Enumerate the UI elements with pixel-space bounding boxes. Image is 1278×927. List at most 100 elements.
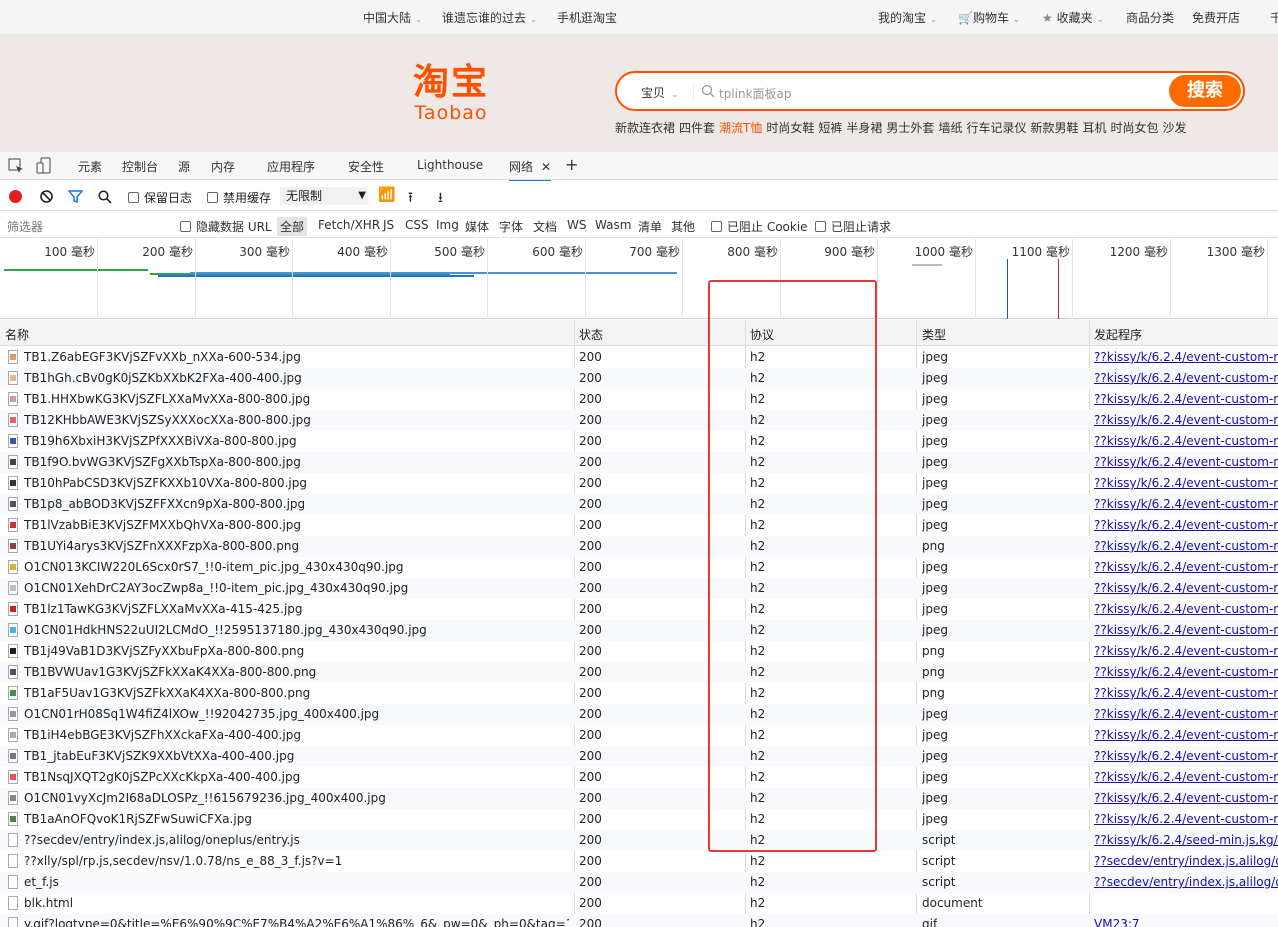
hot-word-link[interactable]: 时尚女鞋 bbox=[766, 121, 814, 135]
disable-cache-checkbox[interactable]: 禁用缓存 bbox=[207, 189, 271, 206]
table-row[interactable]: TB1aAnOFQvoK1RjSZFwSuwiCFXa.jpg 200 h2 jpeg… bbox=[0, 809, 1278, 830]
table-row[interactable]: TB1iH4ebBGE3KVjSZFhXXckaFXa-400-400.jpg 2… bbox=[0, 725, 1278, 746]
tab-lighthouse[interactable]: Lighthouse bbox=[417, 158, 483, 172]
filter-icon[interactable] bbox=[68, 190, 83, 203]
request-initiator-link[interactable]: ??kissy/k/6.2.4/event-custom-min.js bbox=[1094, 413, 1278, 427]
throttling-select[interactable]: 无限制 ▼ bbox=[280, 187, 368, 205]
search-button[interactable]: 搜索 bbox=[1169, 75, 1241, 107]
hot-word-link[interactable]: 耳机 bbox=[1082, 121, 1106, 135]
import-har-icon[interactable]: ⭱ bbox=[408, 187, 413, 211]
hide-data-urls-checkbox[interactable]: 隐藏数据 URL bbox=[180, 218, 272, 235]
request-initiator-link[interactable]: ??kissy/k/6.2.4/event-custom-min.js bbox=[1094, 434, 1278, 448]
table-row[interactable]: y.gif?logtype=0&title=%E6%90%9C%E7%B4%A2… bbox=[0, 914, 1278, 927]
table-row[interactable]: TB1f9O.bvWG3KVjSZFgXXbTspXa-800-800.jpg 2… bbox=[0, 452, 1278, 473]
hot-word-link[interactable]: 墙纸 bbox=[938, 121, 962, 135]
hot-word-link[interactable]: 新款连衣裙 bbox=[615, 121, 675, 135]
request-initiator-link[interactable]: ??kissy/k/6.2.4/event-custom-min.js bbox=[1094, 644, 1278, 658]
table-row[interactable]: TB1.HHXbwKG3KVjSZFLXXaMvXXa-800-800.jpg 2… bbox=[0, 389, 1278, 410]
request-initiator-link[interactable]: ??kissy/k/6.2.4/event-custom-min.js bbox=[1094, 560, 1278, 574]
request-initiator-link[interactable]: ??kissy/k/6.2.4/event-custom-min.js bbox=[1094, 770, 1278, 784]
column-header-initiator[interactable]: 发起程序 bbox=[1094, 326, 1142, 343]
request-initiator-link[interactable]: ??kissy/k/6.2.4/event-custom-min.js bbox=[1094, 476, 1278, 490]
table-row[interactable]: blk.html 200 h2 document bbox=[0, 893, 1278, 914]
request-initiator-link[interactable]: ??kissy/k/6.2.4/event-custom-min.js bbox=[1094, 623, 1278, 637]
blocked-requests-checkbox[interactable]: 已阻止请求 bbox=[815, 218, 891, 235]
request-initiator-link[interactable]: ??kissy/k/6.2.4/event-custom-min.js bbox=[1094, 602, 1278, 616]
add-tab-icon[interactable]: + bbox=[565, 155, 578, 174]
filter-type-ws[interactable]: WS bbox=[567, 218, 586, 232]
tab-console[interactable]: 控制台 bbox=[122, 158, 158, 175]
my-taobao-link[interactable]: 我的淘宝 ⌄ bbox=[878, 9, 937, 26]
table-row[interactable]: O1CN01XehDrC2AY3ocZwp8a_!!0-item_pic.jpg… bbox=[0, 578, 1278, 599]
mobile-taobao-link[interactable]: 手机逛淘宝 bbox=[557, 9, 617, 26]
taobao-logo[interactable]: 淘宝 Taobao bbox=[405, 64, 497, 125]
filter-type-media[interactable]: 媒体 bbox=[465, 218, 489, 235]
clear-icon[interactable] bbox=[40, 190, 53, 203]
hot-word-link[interactable]: 时尚女包 bbox=[1111, 121, 1159, 135]
close-icon[interactable]: ✕ bbox=[541, 160, 551, 174]
inspect-element-icon[interactable] bbox=[8, 158, 24, 174]
tab-security[interactable]: 安全性 bbox=[348, 158, 384, 175]
network-overview-timeline[interactable]: 100 毫秒 200 毫秒 300 毫秒 400 毫秒 500 毫秒 600 毫秒 700 … bbox=[0, 239, 1278, 319]
request-initiator-link[interactable]: ??kissy/k/6.2.4/event-custom-min.js bbox=[1094, 350, 1278, 364]
hot-word-link[interactable]: 短裤 bbox=[818, 121, 842, 135]
more-link[interactable]: 千 bbox=[1270, 9, 1278, 26]
filter-type-img[interactable]: Img bbox=[436, 218, 459, 232]
table-row[interactable]: O1CN01vyXcJm2I68aDLOSPz_!!615679236.jpg_… bbox=[0, 788, 1278, 809]
column-header-protocol[interactable]: 协议 bbox=[750, 326, 774, 343]
filter-type-other[interactable]: 其他 bbox=[671, 218, 695, 235]
request-initiator-link[interactable]: ??kissy/k/6.2.4/event-custom-min.js bbox=[1094, 518, 1278, 532]
hot-word-link[interactable]: 四件套 bbox=[679, 121, 715, 135]
request-initiator-link[interactable]: ??kissy/k/6.2.4/event-custom-min.js bbox=[1094, 812, 1278, 826]
tab-application[interactable]: 应用程序 bbox=[267, 158, 315, 175]
category-link[interactable]: 商品分类 bbox=[1126, 9, 1174, 26]
table-row[interactable]: ??secdev/entry/index.js,alilog/oneplus/e… bbox=[0, 830, 1278, 851]
hot-word-link[interactable]: 沙发 bbox=[1163, 121, 1187, 135]
column-header-name[interactable]: 名称 bbox=[5, 326, 29, 343]
table-row[interactable]: TB12KHbbAWE3KVjSZSyXXXocXXa-800-800.jpg 2… bbox=[0, 410, 1278, 431]
export-har-icon[interactable]: ⭳ bbox=[438, 187, 443, 211]
table-row[interactable]: TB1UYi4arys3KVjSZFnXXXFzpXa-800-800.png 2… bbox=[0, 536, 1278, 557]
favorites-link[interactable]: ★ 收藏夹 ⌄ bbox=[1042, 9, 1104, 26]
tab-memory[interactable]: 内存 bbox=[211, 158, 235, 175]
record-button[interactable] bbox=[9, 190, 22, 203]
table-row[interactable]: et_f.js 200 h2 script ??secdev/entry/index.j… bbox=[0, 872, 1278, 893]
request-initiator-link[interactable]: ??kissy/k/6.2.4/event-custom-min.js bbox=[1094, 497, 1278, 511]
search-icon[interactable] bbox=[98, 190, 112, 204]
request-initiator-link[interactable]: ??secdev/entry/index.js,alilog/onep bbox=[1094, 854, 1278, 868]
request-initiator-link[interactable]: VM23:7 bbox=[1094, 917, 1278, 927]
filter-type-wasm[interactable]: Wasm bbox=[595, 218, 631, 232]
table-row[interactable]: TB1lVzabBiE3KVjSZFMXXbQhVXa-800-800.jpg 2… bbox=[0, 515, 1278, 536]
table-row[interactable]: TB1NsqJXQT2gK0jSZPcXXcKkpXa-400-400.jpg 2… bbox=[0, 767, 1278, 788]
request-initiator-link[interactable]: ??kissy/k/6.2.4/event-custom-min.js bbox=[1094, 539, 1278, 553]
search-input[interactable]: tplink面板ap bbox=[719, 85, 792, 102]
table-row[interactable]: TB1aF5Uav1G3KVjSZFkXXaK4XXa-800-800.png 2… bbox=[0, 683, 1278, 704]
table-row[interactable]: TB1BVWUav1G3KVjSZFkXXaK4XXa-800-800.png 2… bbox=[0, 662, 1278, 683]
request-initiator-link[interactable]: ??kissy/k/6.2.4/event-custom-min.js bbox=[1094, 371, 1278, 385]
table-row[interactable]: O1CN01HdkHNS22uUI2LCMdO_!!2595137180.jpg… bbox=[0, 620, 1278, 641]
preserve-log-checkbox[interactable]: 保留日志 bbox=[128, 189, 192, 206]
request-initiator-link[interactable]: ??kissy/k/6.2.4/event-custom-min.js bbox=[1094, 686, 1278, 700]
search-category-select[interactable]: 宝贝 ⌄ bbox=[641, 84, 679, 101]
region-selector[interactable]: 中国大陆 ⌄ bbox=[363, 9, 422, 26]
blocked-cookies-checkbox[interactable]: 已阻止 Cookie bbox=[711, 218, 808, 235]
filter-type-fetch-xhr[interactable]: Fetch/XHR bbox=[318, 218, 380, 232]
tab-network[interactable]: 网络 ✕ bbox=[509, 158, 552, 182]
column-header-type[interactable]: 类型 bbox=[922, 326, 946, 343]
request-initiator-link[interactable]: ??kissy/k/6.2.4/event-custom-min.js bbox=[1094, 791, 1278, 805]
hot-word-link[interactable]: 男士外套 bbox=[886, 121, 934, 135]
filter-type-all[interactable]: 全部 bbox=[277, 217, 308, 236]
filter-type-doc[interactable]: 文档 bbox=[533, 218, 557, 235]
request-initiator-link[interactable]: ??kissy/k/6.2.4/event-custom-min.js bbox=[1094, 392, 1278, 406]
table-row[interactable]: ??xlly/spl/rp.js,secdev/nsv/1.0.78/ns_e_… bbox=[0, 851, 1278, 872]
hot-word-link[interactable]: 潮流T恤 bbox=[719, 121, 762, 135]
tab-elements[interactable]: 元素 bbox=[78, 158, 102, 175]
request-initiator-link[interactable]: ??kissy/k/6.2.4/event-custom-min.js bbox=[1094, 665, 1278, 679]
hot-word-link[interactable]: 新款男鞋 bbox=[1030, 121, 1078, 135]
cart-link[interactable]: 🛒购物车 ⌄ bbox=[958, 9, 1020, 26]
table-row[interactable]: O1CN013KCIW220L6Scx0rS7_!!0-item_pic.jpg… bbox=[0, 557, 1278, 578]
device-toolbar-icon[interactable] bbox=[36, 157, 52, 175]
request-initiator-link[interactable]: ??kissy/k/6.2.4/event-custom-min.js bbox=[1094, 581, 1278, 595]
filter-type-manifest[interactable]: 清单 bbox=[638, 218, 662, 235]
table-row[interactable]: TB19h6XbxiH3KVjSZPfXXXBiVXa-800-800.jpg 2… bbox=[0, 431, 1278, 452]
